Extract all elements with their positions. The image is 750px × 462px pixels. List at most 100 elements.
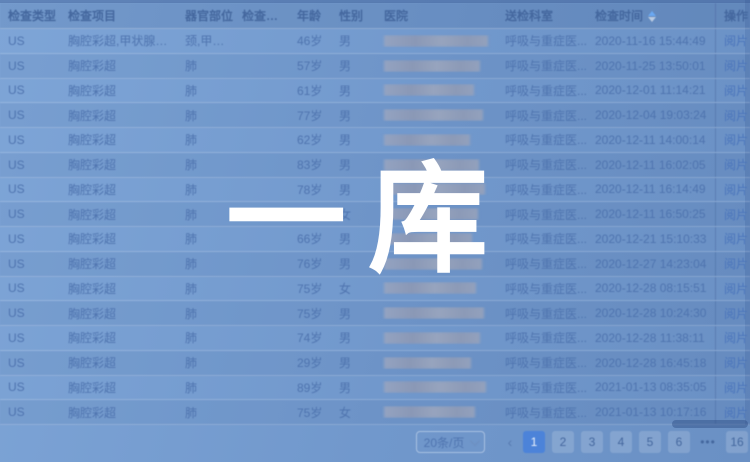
sort-desc-icon[interactable] <box>648 17 656 22</box>
view-image-link[interactable]: 阅片 <box>724 329 748 346</box>
cell-hospital <box>376 307 497 319</box>
table-row: US 胸腔彩超 肺 57岁 男 呼吸与重症医... 2020-11-25 13:… <box>0 54 750 79</box>
view-image-link[interactable]: 阅片 <box>724 156 748 173</box>
horizontal-scrollbar-thumb[interactable] <box>672 420 748 428</box>
cell-gender: 男 <box>331 305 376 322</box>
cell-action: 阅片 <box>715 202 750 226</box>
cell-action: 阅片 <box>715 103 750 127</box>
view-image-link[interactable]: 阅片 <box>724 354 748 371</box>
view-image-link[interactable]: 阅片 <box>724 230 748 247</box>
cell-action: 阅片 <box>715 153 750 177</box>
cell-exam-item: 胸腔彩超 <box>60 82 177 99</box>
view-image-link[interactable]: 阅片 <box>724 255 748 272</box>
sort-carets-icon[interactable] <box>648 11 656 22</box>
cell-exam-type: US <box>0 207 60 221</box>
view-image-link[interactable]: 阅片 <box>724 206 748 223</box>
hospital-redacted-block <box>384 60 480 72</box>
view-image-link[interactable]: 阅片 <box>724 82 748 99</box>
cell-exam-time: 2020-11-16 15:44:49 <box>587 34 715 48</box>
sort-asc-icon[interactable] <box>648 11 656 16</box>
cell-exam-time: 2020-12-04 19:03:24 <box>587 108 715 122</box>
cell-exam-item: 胸腔彩超 <box>60 181 177 198</box>
column-header-exam-time[interactable]: 检查时间 <box>587 7 715 24</box>
cell-action: 阅片 <box>715 79 750 103</box>
cell-gender: 男 <box>331 329 376 346</box>
cell-department: 呼吸与重症医... <box>497 57 587 74</box>
column-header-action: 操作 <box>715 3 750 28</box>
cell-exam-type: US <box>0 59 60 73</box>
hospital-redacted-block <box>384 406 475 418</box>
page-ellipsis[interactable]: ••• <box>697 431 719 453</box>
prev-page-button[interactable]: ‹ <box>503 431 517 453</box>
cell-hospital <box>376 35 497 47</box>
cell-action: 阅片 <box>715 301 750 325</box>
cell-hospital <box>376 109 497 121</box>
table-row: US 胸腔彩超,甲状腺彩超 颈,甲状... 46岁 男 呼吸与重症医... 20… <box>0 29 750 54</box>
page-button-3[interactable]: 3 <box>581 431 603 453</box>
cell-exam-item: 胸腔彩超 <box>60 230 177 247</box>
cell-exam-item: 胸腔彩超 <box>60 206 177 223</box>
cell-exam-type: US <box>0 331 60 345</box>
cell-department: 呼吸与重症医... <box>497 156 587 173</box>
hospital-redacted-block <box>384 109 483 121</box>
cell-exam-item: 胸腔彩超 <box>60 354 177 371</box>
hospital-redacted-block <box>384 84 474 96</box>
cell-action: 阅片 <box>715 277 750 301</box>
cell-exam-type: US <box>0 158 60 172</box>
view-image-link[interactable]: 阅片 <box>724 181 748 198</box>
cell-exam-type: US <box>0 182 60 196</box>
cell-action: 阅片 <box>715 29 750 53</box>
cell-exam-time: 2020-12-27 14:23:04 <box>587 257 715 271</box>
page-size-select[interactable]: 20条/页 <box>416 431 485 453</box>
column-header-gender: 性别 <box>331 7 376 24</box>
cell-exam-item: 胸腔彩超 <box>60 156 177 173</box>
cell-department: 呼吸与重症医... <box>497 404 587 421</box>
view-image-link[interactable]: 阅片 <box>724 107 748 124</box>
page-button-4[interactable]: 4 <box>610 431 632 453</box>
view-image-link[interactable]: 阅片 <box>724 57 748 74</box>
view-image-link[interactable]: 阅片 <box>724 404 748 421</box>
page-button-6[interactable]: 6 <box>668 431 690 453</box>
cell-department: 呼吸与重症医... <box>497 107 587 124</box>
cell-exam-time: 2020-12-21 15:10:33 <box>587 232 715 246</box>
chevron-down-icon <box>470 436 480 446</box>
cell-hospital <box>376 84 497 96</box>
cell-gender: 男 <box>331 107 376 124</box>
cell-exam-time: 2020-12-11 14:00:14 <box>587 133 715 147</box>
cell-organ: 肺 <box>177 305 234 322</box>
cell-department: 呼吸与重症医... <box>497 329 587 346</box>
cell-age: 75岁 <box>289 305 331 322</box>
table-row: US 胸腔彩超 肺 89岁 男 呼吸与重症医... 2021-01-13 08:… <box>0 376 750 401</box>
table-row: US 胸腔彩超 肺 29岁 男 呼吸与重症医... 2020-12-28 16:… <box>0 351 750 376</box>
cell-exam-time: 2020-12-11 16:02:05 <box>587 158 715 172</box>
view-image-link[interactable]: 阅片 <box>724 131 748 148</box>
page-button-16[interactable]: 16 <box>726 431 748 453</box>
page-size-value: 20条/页 <box>424 434 465 451</box>
cell-gender: 男 <box>331 32 376 49</box>
cell-department: 呼吸与重症医... <box>497 206 587 223</box>
cell-action: 阅片 <box>715 326 750 350</box>
cell-exam-time: 2020-12-01 11:14:21 <box>587 83 715 97</box>
view-image-link[interactable]: 阅片 <box>724 32 748 49</box>
page-button-2[interactable]: 2 <box>552 431 574 453</box>
cell-age: 61岁 <box>289 82 331 99</box>
cell-exam-type: US <box>0 405 60 419</box>
cell-exam-type: US <box>0 232 60 246</box>
watermark-text: 一库 <box>226 160 510 280</box>
view-image-link[interactable]: 阅片 <box>724 379 748 396</box>
cell-exam-item: 胸腔彩超 <box>60 305 177 322</box>
table-row: US 胸腔彩超 肺 61岁 男 呼吸与重症医... 2020-12-01 11:… <box>0 79 750 104</box>
cell-gender: 男 <box>331 354 376 371</box>
pagination-bar: 20条/页 ‹ 123456 ••• 16 <box>416 430 748 454</box>
view-image-link[interactable]: 阅片 <box>724 305 748 322</box>
cell-exam-type: US <box>0 281 60 295</box>
view-image-link[interactable]: 阅片 <box>724 280 748 297</box>
page-button-1[interactable]: 1 <box>523 431 545 453</box>
page-button-5[interactable]: 5 <box>639 431 661 453</box>
table-row: US 胸腔彩超 肺 75岁 男 呼吸与重症医... 2020-12-28 10:… <box>0 301 750 326</box>
cell-gender: 男 <box>331 82 376 99</box>
cell-department: 呼吸与重症医... <box>497 32 587 49</box>
cell-age: 57岁 <box>289 57 331 74</box>
cell-hospital <box>376 406 497 418</box>
cell-department: 呼吸与重症医... <box>497 280 587 297</box>
